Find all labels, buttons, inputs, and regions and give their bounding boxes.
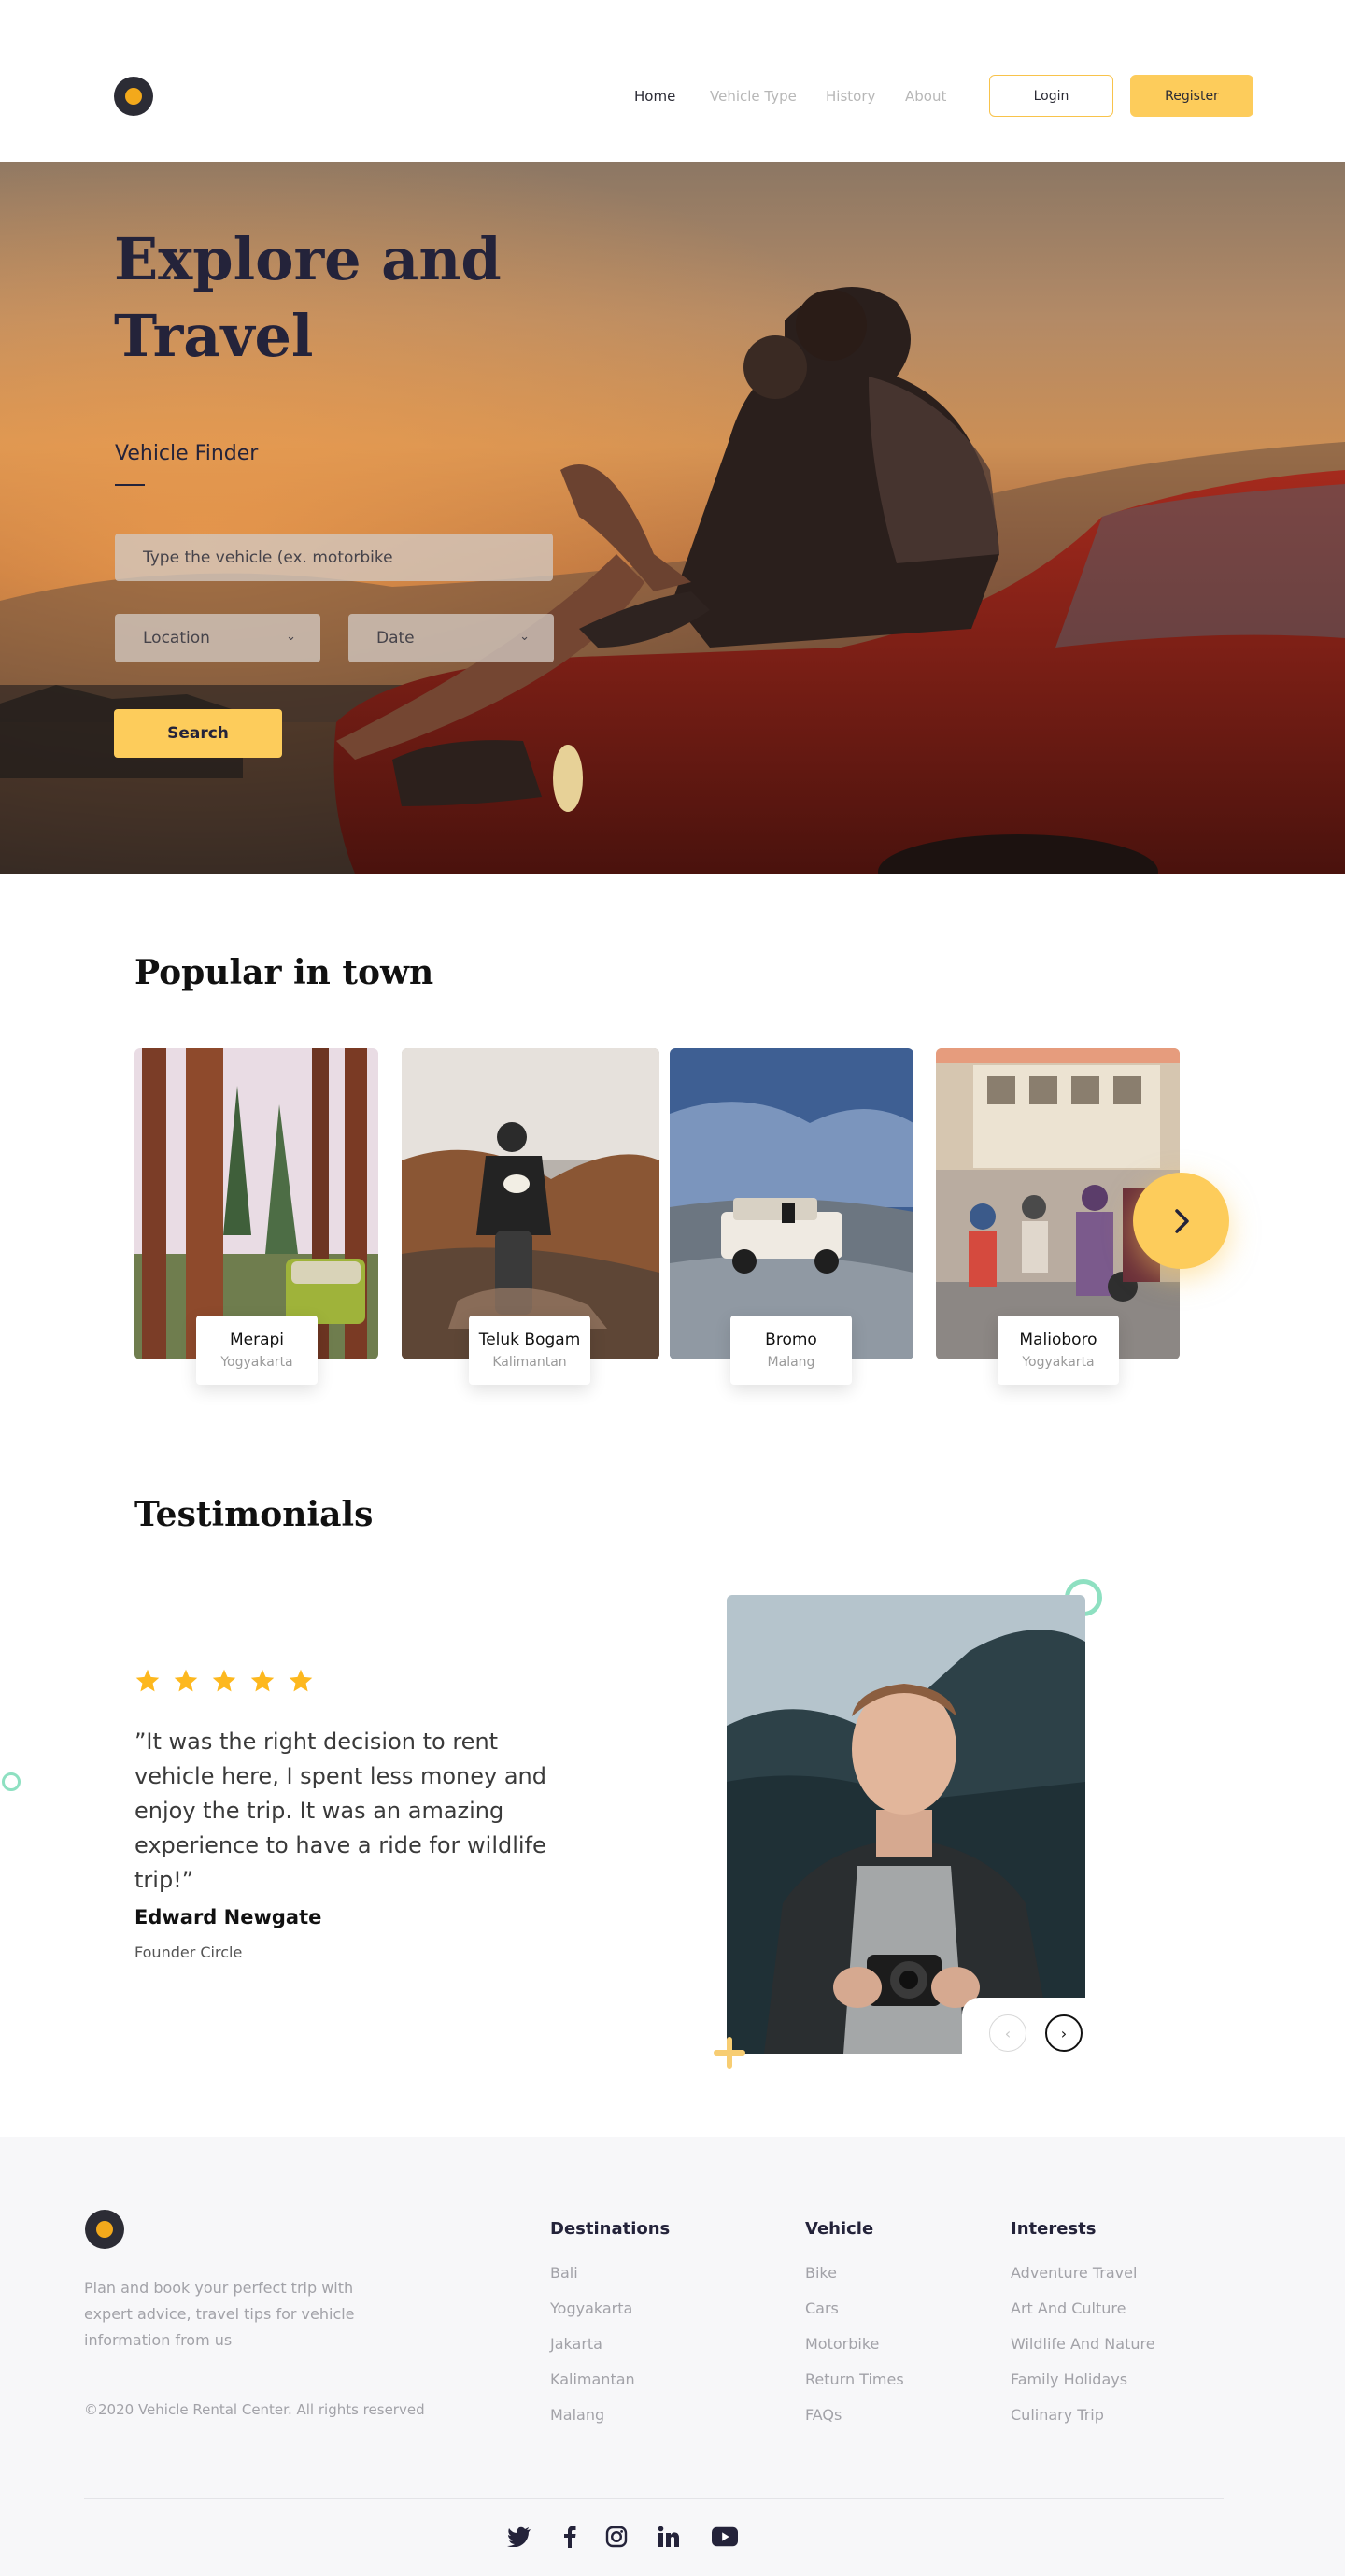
chevron-down-icon: ⌄ xyxy=(519,630,530,644)
hero-section: Explore and Travel Vehicle Finder Type t… xyxy=(0,162,1345,874)
footer-divider xyxy=(84,2498,1224,2499)
footer-brand-logo[interactable] xyxy=(85,2210,124,2249)
nav-history[interactable]: History xyxy=(826,88,875,105)
testimonials-section-title: Testimonials xyxy=(134,1495,374,1534)
chevron-right-icon: › xyxy=(1060,2024,1068,2042)
chevron-left-icon: ‹ xyxy=(1004,2024,1012,2042)
card-label-malioboro: Malioboro Yogyakarta xyxy=(998,1316,1119,1385)
card-label-teluk-bogam: Teluk Bogam Kalimantan xyxy=(469,1316,590,1385)
footer-link[interactable]: Kalimantan xyxy=(550,2362,670,2398)
footer-link[interactable]: Jakarta xyxy=(550,2327,670,2362)
star-icon xyxy=(289,1669,313,1692)
facebook-icon[interactable] xyxy=(557,2524,583,2550)
vehicle-finder-label: Vehicle Finder xyxy=(115,442,259,465)
card-city: Kalimantan xyxy=(492,1355,567,1370)
nav-about[interactable]: About xyxy=(905,88,946,105)
youtube-icon[interactable] xyxy=(712,2524,738,2550)
footer-link[interactable]: Wildlife And Nature xyxy=(1011,2327,1155,2362)
nav-home[interactable]: Home xyxy=(634,88,675,105)
footer-link[interactable]: Art And Culture xyxy=(1011,2291,1155,2327)
popular-card-teluk-bogam[interactable] xyxy=(402,1048,659,1359)
footer-column-vehicle: Vehicle Bike Cars Motorbike Return Times… xyxy=(805,2219,904,2433)
finder-underline xyxy=(115,484,145,486)
date-select-label: Date xyxy=(376,629,415,648)
popular-card-merapi[interactable] xyxy=(134,1048,378,1359)
site-footer: Plan and book your perfect trip with exp… xyxy=(0,2137,1345,2576)
plus-decor-icon xyxy=(714,2037,745,2069)
chevron-down-icon: ⌄ xyxy=(286,630,296,644)
footer-link[interactable]: Culinary Trip xyxy=(1011,2398,1155,2433)
nav-vehicle-type[interactable]: Vehicle Type xyxy=(710,88,797,105)
testimonial-next-button[interactable]: › xyxy=(1045,2014,1083,2052)
footer-link[interactable]: Bali xyxy=(550,2256,670,2291)
man-with-camera-photo xyxy=(727,1595,1085,2054)
testimonial-controls: ‹ › xyxy=(962,1998,1085,2069)
footer-column-heading: Vehicle xyxy=(805,2219,874,2239)
star-icon xyxy=(174,1669,198,1692)
testimonial-quote: ”It was the right decision to rent vehic… xyxy=(134,1729,546,1893)
teluk-bogam-photo xyxy=(402,1048,659,1359)
footer-copyright: ©2020 Vehicle Rental Center. All rights … xyxy=(84,2401,425,2418)
footer-link[interactable]: Adventure Travel xyxy=(1011,2256,1155,2291)
chevron-right-icon xyxy=(1174,1208,1189,1233)
card-name: Teluk Bogam xyxy=(478,1331,581,1349)
footer-column-heading: Destinations xyxy=(550,2219,671,2239)
footer-link[interactable]: Cars xyxy=(805,2291,904,2327)
location-select[interactable]: Location ⌄ xyxy=(115,614,320,662)
card-name: Merapi xyxy=(229,1331,285,1349)
card-label-bromo: Bromo Malang xyxy=(730,1316,852,1385)
twitter-icon[interactable] xyxy=(506,2524,532,2550)
vehicle-input-placeholder: Type the vehicle (ex. motorbike xyxy=(143,548,393,567)
footer-description: Plan and book your perfect trip with exp… xyxy=(84,2279,355,2349)
rating-stars xyxy=(134,1668,314,1694)
location-select-label: Location xyxy=(143,629,210,648)
vehicle-search-input[interactable]: Type the vehicle (ex. motorbike xyxy=(115,534,553,581)
testimonial-name: Edward Newgate xyxy=(134,1906,322,1928)
top-navbar: Home Vehicle Type History About Login Re… xyxy=(0,0,1345,162)
footer-link[interactable]: FAQs xyxy=(805,2398,904,2433)
testimonial-photo xyxy=(727,1595,1085,2054)
card-name: Malioboro xyxy=(1019,1331,1097,1349)
card-city: Yogyakarta xyxy=(1022,1355,1095,1370)
popular-card-bromo[interactable] xyxy=(670,1048,913,1359)
instagram-icon[interactable] xyxy=(603,2524,630,2550)
card-city: Yogyakarta xyxy=(220,1355,293,1370)
popular-next-button[interactable] xyxy=(1133,1173,1229,1269)
card-label-merapi: Merapi Yogyakarta xyxy=(196,1316,318,1385)
footer-link[interactable]: Family Holidays xyxy=(1011,2362,1155,2398)
date-select[interactable]: Date ⌄ xyxy=(348,614,554,662)
footer-column-interests: Interests Adventure Travel Art And Cultu… xyxy=(1011,2219,1155,2433)
footer-column-heading: Interests xyxy=(1011,2219,1097,2239)
footer-link[interactable]: Malang xyxy=(550,2398,670,2433)
decor-ring xyxy=(2,1772,21,1791)
footer-link[interactable]: Motorbike xyxy=(805,2327,904,2362)
bromo-photo xyxy=(670,1048,913,1359)
testimonial-prev-button[interactable]: ‹ xyxy=(989,2014,1026,2052)
star-icon xyxy=(250,1669,275,1692)
star-icon xyxy=(135,1669,160,1692)
hero-title: Explore and Travel xyxy=(114,225,502,370)
footer-link[interactable]: Yogyakarta xyxy=(550,2291,670,2327)
login-button[interactable]: Login xyxy=(989,75,1113,117)
register-button[interactable]: Register xyxy=(1130,75,1253,117)
linkedin-icon[interactable] xyxy=(656,2524,682,2550)
footer-link[interactable]: Return Times xyxy=(805,2362,904,2398)
brand-logo[interactable] xyxy=(114,77,153,116)
star-icon xyxy=(212,1669,236,1692)
popular-section-title: Popular in town xyxy=(134,953,434,992)
card-name: Bromo xyxy=(765,1331,817,1349)
card-city: Malang xyxy=(767,1355,815,1370)
merapi-photo xyxy=(134,1048,378,1359)
footer-link[interactable]: Bike xyxy=(805,2256,904,2291)
search-button[interactable]: Search xyxy=(114,709,282,758)
footer-column-destinations: Destinations Bali Yogyakarta Jakarta Kal… xyxy=(550,2219,670,2433)
testimonial-role: Founder Circle xyxy=(134,1943,243,1961)
